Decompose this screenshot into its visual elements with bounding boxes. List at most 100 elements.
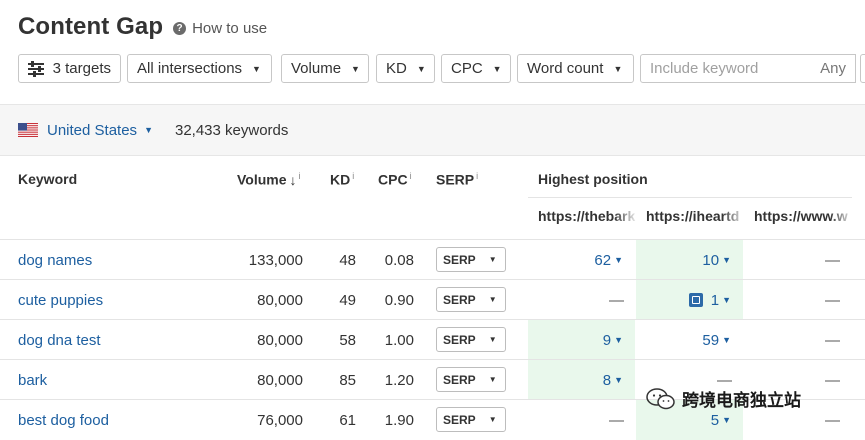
kd-filter[interactable]: KD ▼ bbox=[376, 54, 435, 83]
word-count-filter[interactable]: Word count ▼ bbox=[517, 54, 634, 83]
chevron-down-icon: ▼ bbox=[351, 63, 360, 74]
cpc-value: 0.90 bbox=[384, 291, 414, 309]
serp-button[interactable]: SERP ▼ bbox=[436, 287, 506, 312]
volume-filter-label: Volume bbox=[291, 60, 342, 77]
column-header-cpc[interactable]: CPC i bbox=[378, 171, 412, 188]
column-header-serp-label: SERP bbox=[436, 171, 475, 188]
question-icon: ? bbox=[173, 22, 187, 35]
info-icon: i bbox=[298, 171, 301, 181]
fade-overlay bbox=[830, 205, 854, 227]
position-value[interactable]: 1 ▼ bbox=[688, 280, 731, 320]
chevron-down-icon: ▼ bbox=[614, 375, 623, 385]
page-header: Content Gap ? How to use bbox=[18, 12, 267, 42]
cpc-value: 0.08 bbox=[384, 251, 414, 269]
targets-label: 3 targets bbox=[52, 60, 111, 77]
volume-filter[interactable]: Volume ▼ bbox=[281, 54, 369, 83]
include-mode-select[interactable]: Any bbox=[820, 60, 846, 77]
sort-down-icon: ↓ bbox=[289, 171, 297, 188]
chevron-down-icon: ▼ bbox=[614, 255, 623, 265]
volume-value: 80,000 bbox=[257, 371, 303, 389]
serp-button[interactable]: SERP ▼ bbox=[436, 407, 506, 432]
position-value[interactable]: 62 ▼ bbox=[594, 240, 623, 280]
info-icon: i bbox=[409, 171, 412, 181]
position-text: — bbox=[825, 371, 840, 389]
position-text: — bbox=[825, 411, 840, 429]
keyword-link[interactable]: dog names bbox=[18, 240, 92, 280]
sliders-icon bbox=[28, 60, 44, 77]
keyword-link[interactable]: bark bbox=[18, 360, 47, 400]
position-text: — bbox=[825, 331, 840, 349]
position-value[interactable]: 59 ▼ bbox=[702, 320, 731, 360]
column-header-kd-label: KD bbox=[330, 171, 351, 188]
serp-button-label: SERP bbox=[443, 372, 476, 387]
position-empty: — bbox=[825, 280, 840, 320]
chevron-down-icon: ▼ bbox=[416, 63, 426, 74]
chevron-down-icon: ▼ bbox=[492, 63, 502, 74]
serp-button-label: SERP bbox=[443, 252, 476, 267]
volume-value: 80,000 bbox=[257, 331, 303, 349]
chevron-down-icon: ▼ bbox=[488, 335, 497, 344]
column-header-serp: SERP i bbox=[436, 171, 478, 188]
chevron-down-icon[interactable]: ▼ bbox=[144, 125, 153, 135]
header-divider bbox=[528, 197, 852, 198]
serp-button[interactable]: SERP ▼ bbox=[436, 367, 506, 392]
chevron-down-icon: ▼ bbox=[722, 295, 731, 305]
table-row: dog names 133,000 48 0.08 SERP ▼ 62 ▼ 10 ▼ — bbox=[0, 239, 865, 280]
column-header-keyword: Keyword bbox=[18, 171, 77, 187]
kd-value: 58 bbox=[339, 331, 356, 349]
keyword-link[interactable]: best dog food bbox=[18, 400, 109, 440]
position-empty: — bbox=[825, 240, 840, 280]
position-text: — bbox=[825, 251, 840, 269]
chevron-down-icon: ▼ bbox=[488, 375, 497, 384]
us-flag-icon bbox=[18, 123, 38, 137]
keyword-link[interactable]: cute puppies bbox=[18, 280, 103, 320]
chevron-down-icon: ▼ bbox=[722, 335, 731, 345]
chevron-down-icon: ▼ bbox=[722, 255, 731, 265]
position-empty: — bbox=[609, 400, 624, 440]
column-header-kd[interactable]: KD i bbox=[330, 171, 354, 188]
position-text: 5 bbox=[710, 411, 720, 429]
include-keyword-input[interactable]: Include keyword Any bbox=[640, 54, 856, 83]
kd-filter-label: KD bbox=[386, 60, 407, 77]
position-empty: — bbox=[609, 280, 624, 320]
fade-overlay bbox=[722, 205, 746, 227]
image-pack-icon bbox=[688, 293, 703, 307]
serp-button-label: SERP bbox=[443, 292, 476, 307]
include-keyword-placeholder: Include keyword bbox=[650, 60, 759, 77]
how-to-use-link[interactable]: ? How to use bbox=[173, 20, 267, 37]
position-text: — bbox=[609, 291, 624, 309]
serp-button[interactable]: SERP ▼ bbox=[436, 327, 506, 352]
country-selector[interactable]: United States bbox=[47, 122, 137, 139]
intersections-dropdown[interactable]: All intersections ▼ bbox=[127, 54, 272, 83]
cpc-value: 1.90 bbox=[384, 411, 414, 429]
kd-value: 48 bbox=[339, 251, 356, 269]
position-value[interactable]: 10 ▼ bbox=[702, 240, 731, 280]
position-value[interactable]: 9 ▼ bbox=[603, 320, 623, 360]
position-empty: — bbox=[825, 320, 840, 360]
position-empty: — bbox=[825, 400, 840, 440]
position-text: 8 bbox=[602, 371, 612, 389]
column-header-highest-position-label: Highest position bbox=[538, 171, 648, 187]
kd-value: 85 bbox=[339, 371, 356, 389]
serp-button[interactable]: SERP ▼ bbox=[436, 247, 506, 272]
country-bar: United States ▼ 32,433 keywords bbox=[0, 104, 865, 156]
position-empty: — bbox=[825, 360, 840, 400]
chevron-down-icon: ▼ bbox=[722, 415, 731, 425]
cpc-filter[interactable]: CPC ▼ bbox=[441, 54, 511, 83]
intersections-label: All intersections bbox=[137, 60, 243, 77]
volume-value: 133,000 bbox=[248, 251, 303, 269]
column-header-volume[interactable]: Volume ↓ i bbox=[237, 171, 301, 188]
exclude-keyword-input[interactable] bbox=[860, 54, 865, 83]
column-header-keyword-label: Keyword bbox=[18, 171, 78, 187]
position-text: 9 bbox=[602, 331, 612, 349]
how-to-use-label: How to use bbox=[192, 20, 268, 37]
targets-button[interactable]: 3 targets bbox=[18, 54, 121, 83]
column-header-cpc-label: CPC bbox=[378, 171, 408, 188]
keyword-count: 32,433 keywords bbox=[174, 121, 289, 139]
info-icon: i bbox=[476, 171, 479, 181]
position-value[interactable]: 8 ▼ bbox=[603, 360, 623, 400]
keyword-link[interactable]: dog dna test bbox=[18, 320, 101, 360]
volume-value: 80,000 bbox=[257, 291, 303, 309]
word-count-label: Word count bbox=[527, 60, 604, 77]
watermark: 跨境电商独立站 bbox=[646, 386, 801, 411]
